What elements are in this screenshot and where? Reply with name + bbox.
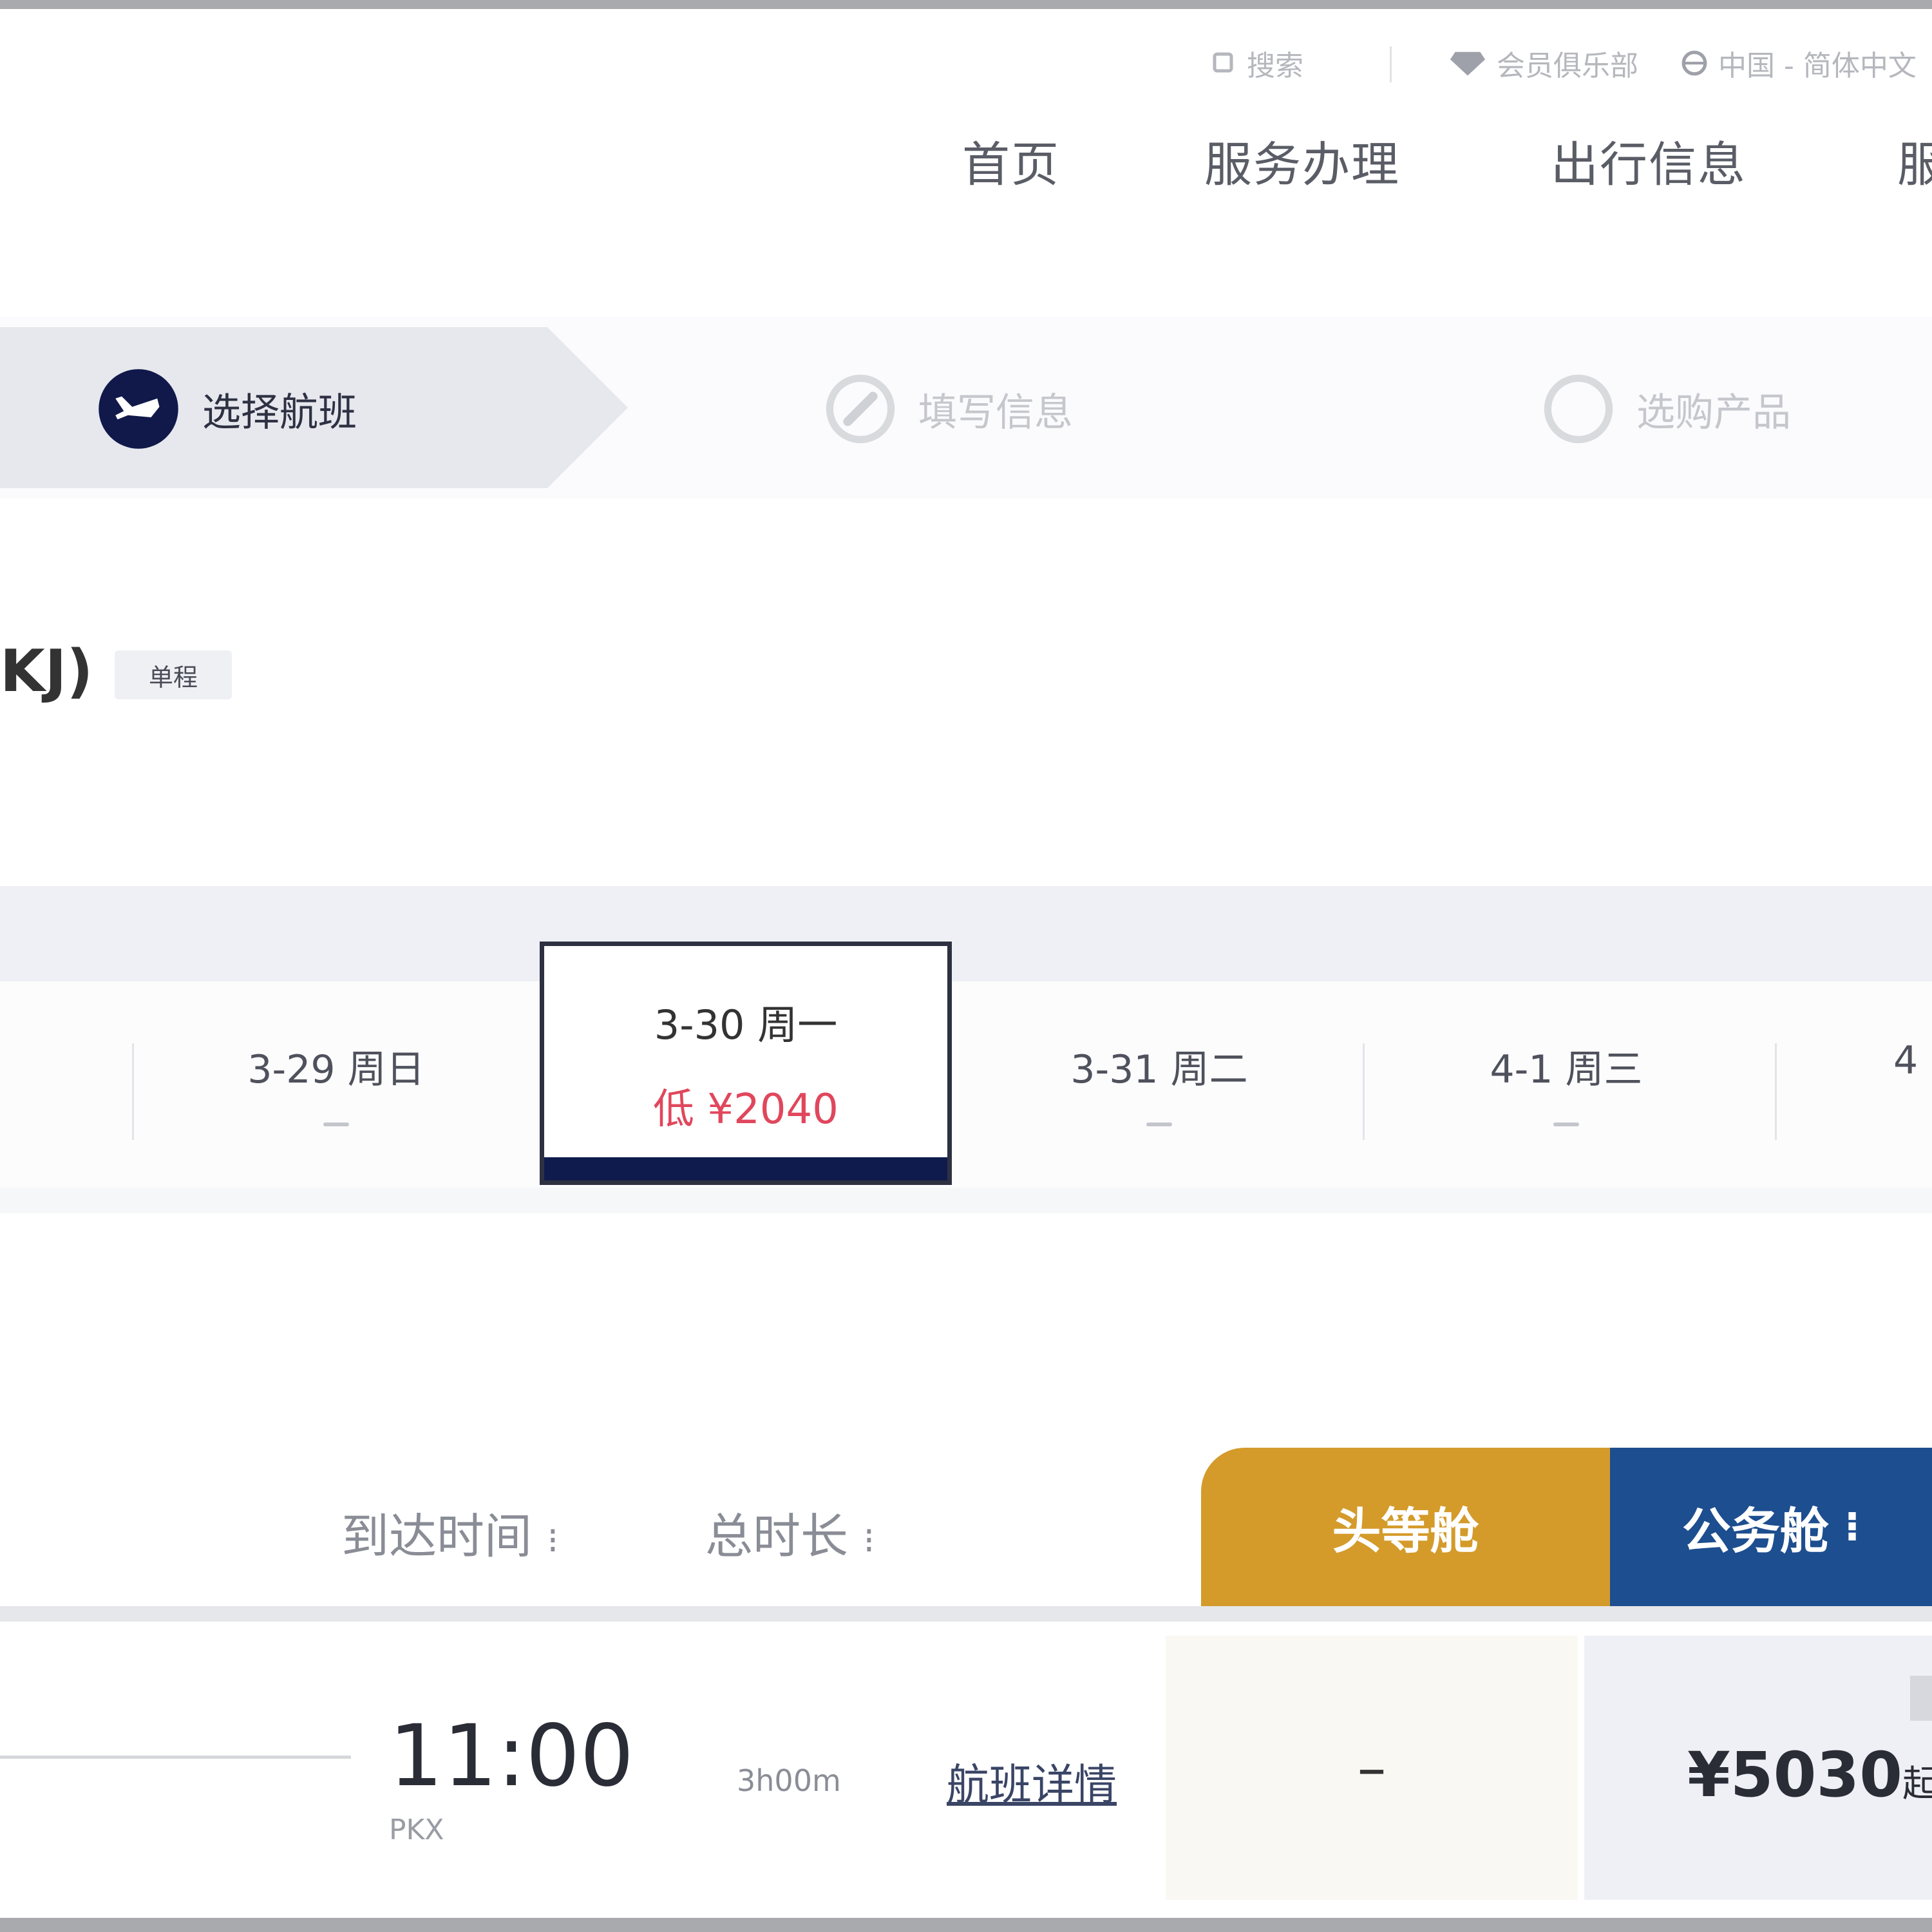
date-divider [132, 1043, 134, 1140]
flight-details-link[interactable]: 航班详情 [947, 1750, 1117, 1812]
step-fill-info: 填写信息 [824, 361, 1073, 457]
nav-travel-info[interactable]: 出行信息 [1551, 126, 1747, 195]
date-label: 1 [0, 1038, 19, 1083]
utility-region-label: 中国 - 简体中文 [1718, 50, 1917, 82]
business-class-price[interactable]: ¥5030起 [1687, 1739, 1932, 1811]
date-cell-partial-left[interactable]: 1 [0, 1014, 19, 1149]
date-label: 4-1 周三 [1490, 1047, 1643, 1092]
flight-duration: 3h00m [737, 1763, 841, 1798]
nav-more[interactable]: 服 [1897, 126, 1932, 195]
search-icon [1213, 52, 1233, 73]
date-cell-3-31[interactable]: 3-31 周二 [1005, 1014, 1314, 1149]
date-cell-3-30-selected[interactable]: 3-30 周一 低 ¥2040 [540, 942, 952, 1185]
sort-total-duration-label: 总时长 [705, 1509, 848, 1564]
cabin-tab-business-class-label: 公务舱 [1681, 1502, 1829, 1560]
cart-icon [1544, 374, 1613, 444]
date-label: 4 [1893, 1038, 1918, 1083]
sort-arrows-icon: ⁝ [863, 1520, 875, 1562]
utility-member-label: 会员俱乐部 [1497, 50, 1638, 82]
edit-icon [826, 374, 895, 444]
sort-arrival-time[interactable]: 到达时间 ⁝ [341, 1498, 558, 1567]
first-class-price-cell[interactable]: – [1166, 1636, 1578, 1900]
utility-region[interactable]: 中国 - 简体中文 [1681, 44, 1917, 82]
utility-member[interactable]: 会员俱乐部 [1449, 44, 1638, 82]
arrival-time: 11:00 [389, 1707, 634, 1806]
step-select-products: 选购产品 [1542, 361, 1791, 457]
bottom-border [0, 1918, 1932, 1932]
utility-search-label: 搜索 [1247, 50, 1303, 82]
date-divider [1363, 1043, 1365, 1140]
globe-icon [1681, 50, 1707, 76]
sort-arrows-icon: ⁝ [1844, 1503, 1861, 1551]
diamond-icon [1450, 52, 1486, 76]
sort-arrows-icon: ⁝ [547, 1520, 559, 1562]
selected-indicator [544, 1157, 947, 1180]
route-title: KJ) [0, 638, 93, 705]
sort-arrival-time-label: 到达时间 [341, 1509, 532, 1564]
cabin-tab-business-class[interactable]: 公务舱 ⁝ [1610, 1448, 1932, 1606]
step-select-flight: 选择航班 [97, 361, 357, 457]
business-class-price-suffix: 起 [1902, 1763, 1932, 1805]
date-cell-3-29[interactable]: 3-29 周日 [182, 1014, 491, 1149]
trip-type-badge: 单程 [115, 650, 232, 699]
step-fill-info-label: 填写信息 [918, 390, 1073, 435]
first-class-price: – [1357, 1734, 1387, 1802]
flight-route-line [0, 1756, 351, 1759]
date-price-dash [323, 1122, 349, 1126]
date-price-dash [1553, 1122, 1579, 1126]
date-label: 3-29 周日 [247, 1047, 425, 1092]
date-label: 3-31 周二 [1070, 1047, 1248, 1092]
utility-search[interactable]: 搜索 [1211, 44, 1303, 82]
date-low-price: 低 ¥2040 [653, 1086, 838, 1133]
date-cell-4-1[interactable]: 4-1 周三 [1412, 1014, 1721, 1149]
step-select-products-label: 选购产品 [1636, 390, 1791, 435]
cabin-tab-first-class-label: 头等舱 [1332, 1502, 1479, 1560]
sort-total-duration[interactable]: 总时长 ⁝ [705, 1498, 875, 1567]
step-select-flight-label: 选择航班 [202, 390, 357, 435]
date-cell-partial-right[interactable]: 4 [1893, 1014, 1932, 1149]
top-border [0, 0, 1932, 9]
cabin-tab-first-class[interactable]: 头等舱 [1201, 1448, 1610, 1606]
date-strip-header [0, 886, 1932, 981]
plane-icon [99, 369, 178, 449]
date-label: 3-30 周一 [654, 1001, 838, 1048]
results-divider [0, 1606, 1932, 1622]
date-divider [1775, 1043, 1777, 1140]
arrival-airport: PKX [389, 1814, 444, 1846]
business-class-price-value: ¥5030 [1687, 1739, 1902, 1811]
date-price-dash [1146, 1122, 1172, 1126]
nav-services[interactable]: 服务办理 [1204, 126, 1400, 195]
nav-home[interactable]: 首页 [962, 126, 1060, 195]
date-strip-shadow [0, 1188, 1932, 1213]
utility-separator [1390, 46, 1392, 82]
business-class-tag [1910, 1676, 1932, 1721]
